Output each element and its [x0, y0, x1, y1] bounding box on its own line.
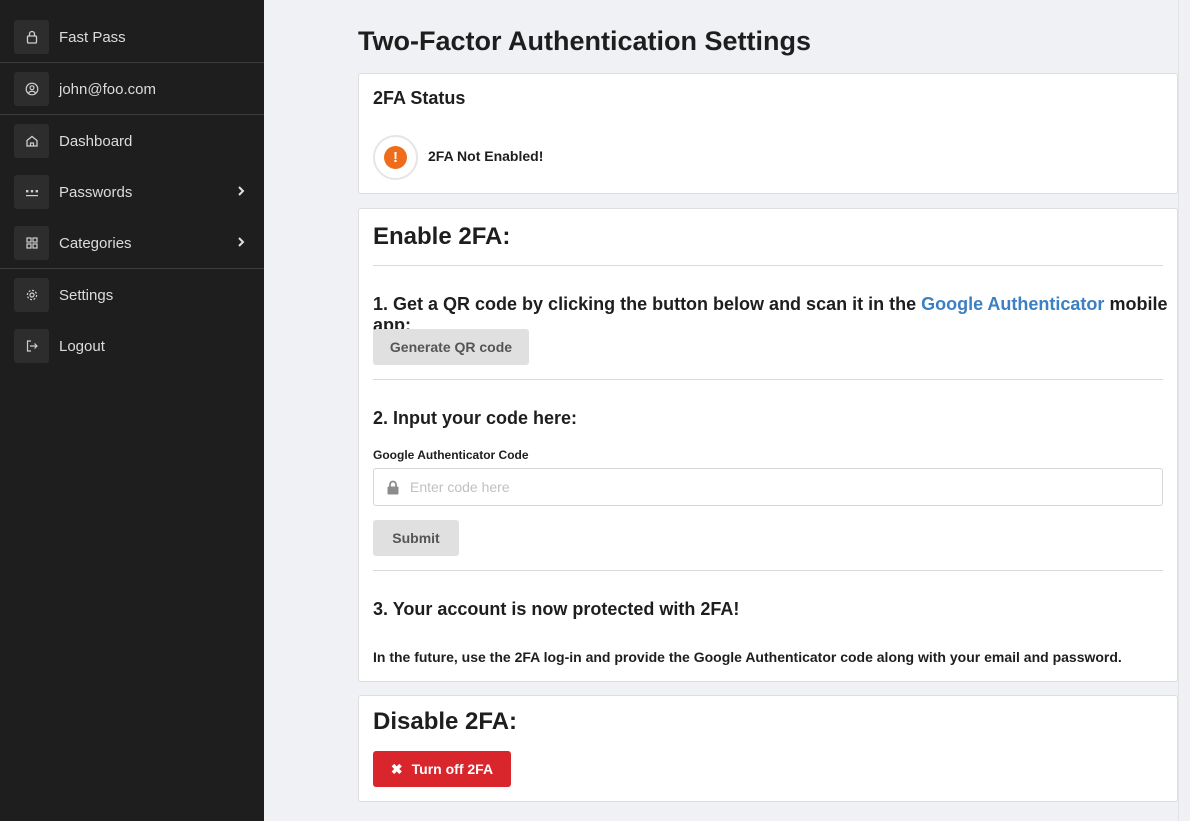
status-text: 2FA Not Enabled! [428, 148, 544, 164]
code-field-label: Google Authenticator Code [373, 448, 529, 462]
status-card-title: 2FA Status [373, 88, 466, 108]
step-3-title: 3. Your account is now protected with 2F… [373, 599, 740, 619]
divider [373, 265, 1163, 266]
status-indicator: ! [373, 135, 418, 180]
scrollbar[interactable] [1178, 0, 1190, 821]
close-icon: ✖ [390, 760, 403, 777]
future-login-note: In the future, use the 2FA log-in and pr… [373, 649, 1122, 665]
google-authenticator-link[interactable]: Google Authenticator [921, 294, 1104, 314]
lock-icon [386, 480, 400, 500]
sidebar-item-dashboard[interactable]: Dashboard [0, 116, 264, 166]
sidebar-divider [0, 62, 264, 63]
user-circle-icon [14, 72, 49, 106]
disable-2fa-card: Disable 2FA: ✖ Turn off 2FA [358, 695, 1178, 802]
code-input[interactable] [410, 469, 1150, 505]
warning-icon: ! [384, 146, 407, 169]
sidebar-item-categories[interactable]: Categories [0, 218, 264, 268]
sidebar-item-label: Dashboard [59, 132, 133, 150]
turn-off-2fa-label: Turn off 2FA [411, 761, 494, 777]
turn-off-2fa-button[interactable]: ✖ Turn off 2FA [373, 751, 511, 787]
step-2-title: 2. Input your code here: [373, 408, 578, 428]
page-title: Two-Factor Authentication Settings [358, 26, 811, 56]
sidebar-item-label: Settings [59, 286, 114, 304]
sidebar: Fast Pass john@foo.com Dashboard Passwor… [0, 0, 264, 821]
main-content: Two-Factor Authentication Settings 2FA S… [264, 0, 1190, 821]
code-field-wrapper [373, 468, 1163, 506]
generate-qr-button[interactable]: Generate QR code [373, 329, 529, 365]
sidebar-item-label: Categories [59, 234, 132, 252]
chevron-right-icon [237, 236, 245, 251]
chevron-right-icon [237, 185, 245, 200]
step-1-prefix: 1. Get a QR code by clicking the button … [373, 294, 917, 314]
submit-button[interactable]: Submit [373, 520, 459, 556]
sidebar-item-settings[interactable]: Settings [0, 270, 264, 320]
sidebar-item-fast-pass[interactable]: Fast Pass [0, 12, 264, 62]
lock-icon [14, 20, 49, 54]
sidebar-divider [0, 114, 264, 115]
grid-icon [14, 226, 49, 260]
home-icon [14, 124, 49, 158]
dots-icon [14, 175, 49, 209]
enable-2fa-card: Enable 2FA: 1. Get a QR code by clicking… [358, 208, 1178, 682]
sidebar-divider [0, 268, 264, 269]
sidebar-item-passwords[interactable]: Passwords [0, 167, 264, 217]
logout-icon [14, 329, 49, 363]
disable-2fa-title: Disable 2FA: [373, 708, 518, 735]
sidebar-item-label: Fast Pass [59, 28, 126, 46]
sidebar-item-account[interactable]: john@foo.com [0, 64, 264, 114]
sidebar-item-logout[interactable]: Logout [0, 321, 264, 371]
enable-2fa-title: Enable 2FA: [373, 223, 511, 250]
status-card: 2FA Status ! 2FA Not Enabled! [358, 73, 1178, 194]
gear-icon [14, 278, 49, 312]
sidebar-item-label: john@foo.com [59, 80, 156, 98]
sidebar-item-label: Passwords [59, 183, 133, 201]
divider [373, 570, 1163, 571]
divider [373, 379, 1163, 380]
sidebar-item-label: Logout [59, 337, 105, 355]
